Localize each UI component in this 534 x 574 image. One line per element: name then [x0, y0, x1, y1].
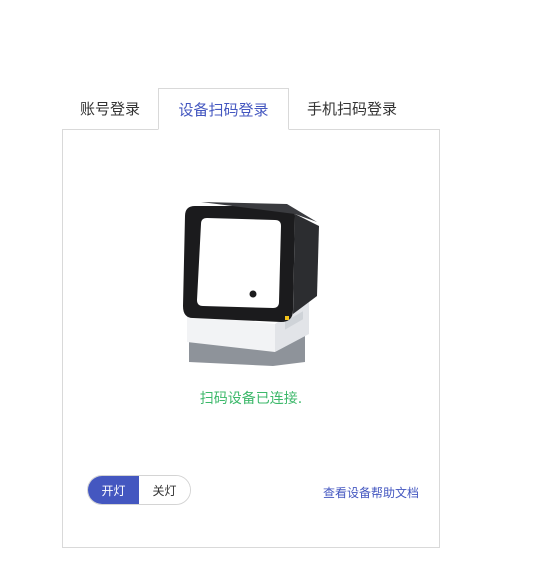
light-off-button[interactable]: 关灯: [139, 476, 190, 504]
tab-device-scan-login[interactable]: 设备扫码登录: [158, 88, 289, 130]
tab-account-login[interactable]: 账号登录: [62, 88, 158, 129]
device-connected-status: 扫码设备已连接.: [199, 391, 303, 407]
device-scan-panel: 扫码设备已连接. 开灯 关灯 查看设备帮助文档: [62, 129, 440, 548]
scanner-device-image: [183, 202, 319, 366]
login-tabs: 账号登录 设备扫码登录 手机扫码登录: [62, 88, 442, 130]
light-toggle: 开灯 关灯: [87, 475, 191, 505]
device-help-link[interactable]: 查看设备帮助文档: [323, 484, 419, 501]
light-on-button[interactable]: 开灯: [88, 476, 139, 504]
tab-mobile-scan-login[interactable]: 手机扫码登录: [289, 88, 415, 129]
